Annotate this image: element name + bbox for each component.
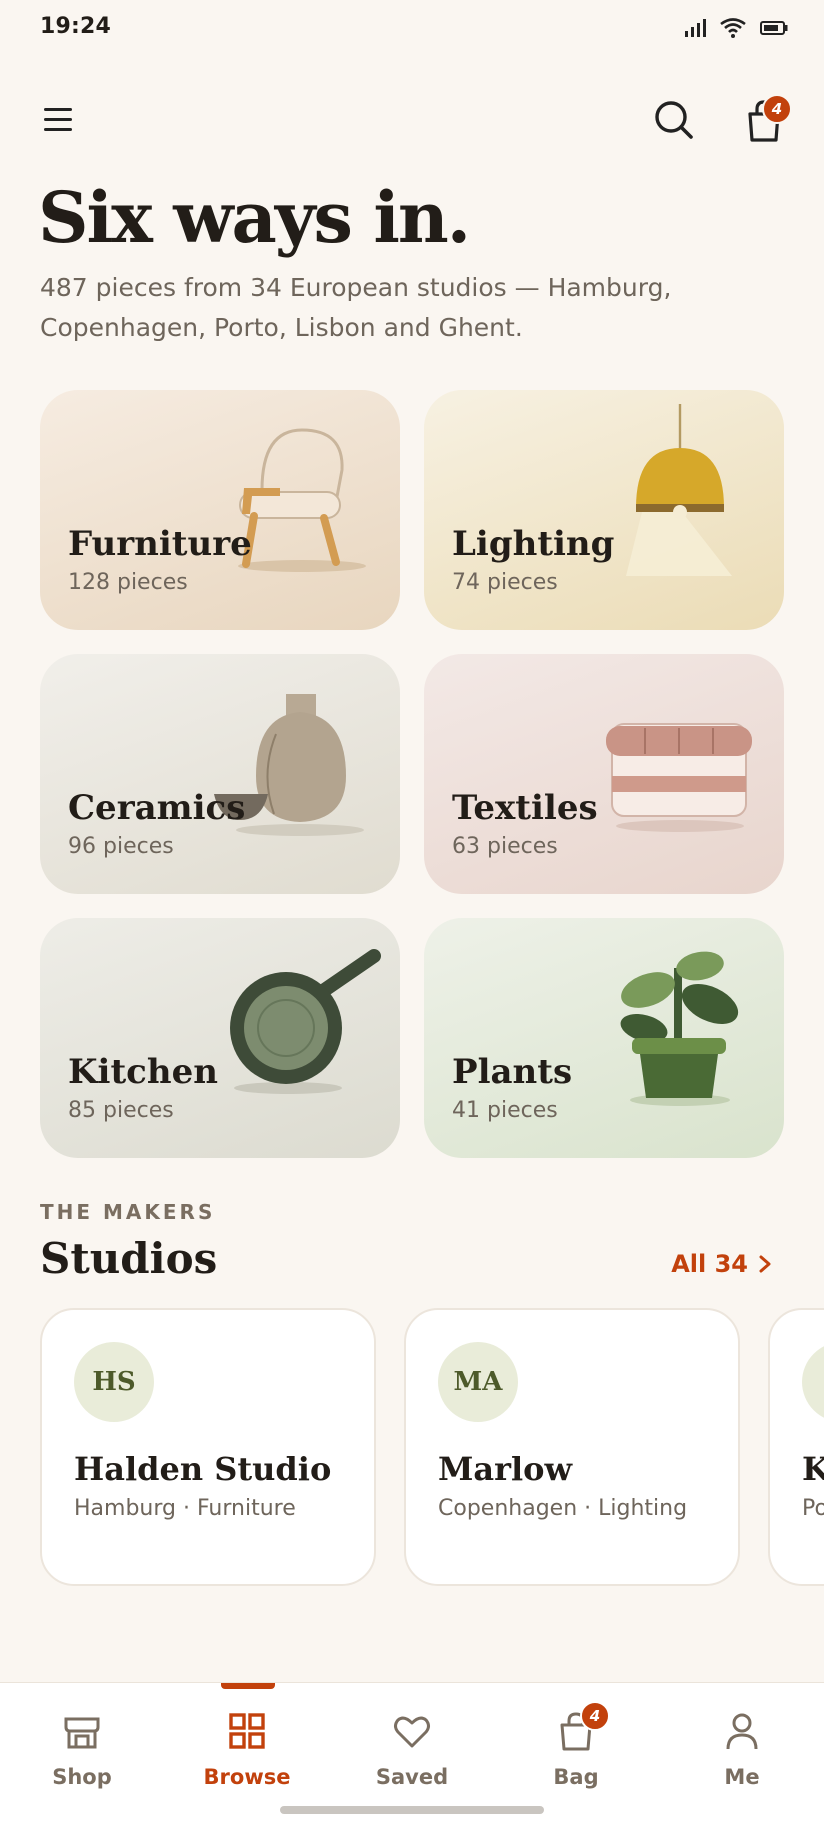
studio-name: Marlow — [438, 1450, 573, 1488]
studio-avatar: MA — [438, 1342, 518, 1422]
home-indicator — [280, 1806, 544, 1814]
status-icons — [684, 18, 788, 38]
category-card-furniture[interactable]: Furniture 128 pieces — [40, 390, 400, 630]
studio-name: K — [802, 1450, 824, 1488]
category-name: Lighting — [452, 524, 615, 564]
wifi-icon — [720, 18, 746, 38]
hamburger-menu-icon — [44, 108, 72, 131]
category-count: 85 pieces — [68, 1098, 174, 1123]
chevron-right-icon — [759, 1255, 771, 1273]
category-count: 41 pieces — [452, 1098, 558, 1123]
status-time: 19:24 — [40, 14, 112, 39]
nav-label: Bag — [553, 1765, 599, 1789]
studio-avatar: HS — [74, 1342, 154, 1422]
category-card-textiles[interactable]: Textiles 63 pieces — [424, 654, 784, 894]
studio-avatar — [802, 1342, 824, 1422]
cart-button[interactable]: 4 — [742, 94, 792, 144]
category-card-kitchen[interactable]: Kitchen 85 pieces — [40, 918, 400, 1158]
person-icon — [726, 1713, 758, 1750]
nav-label: Me — [724, 1765, 760, 1789]
studio-card[interactable]: HS Halden Studio Hamburg · Furniture — [40, 1308, 376, 1586]
category-count: 63 pieces — [452, 834, 558, 859]
grid-icon — [229, 1713, 265, 1749]
nav-label: Browse — [203, 1765, 291, 1789]
category-card-ceramics[interactable]: Ceramics 96 pieces — [40, 654, 400, 894]
nav-label: Saved — [375, 1765, 449, 1789]
signal-icon — [685, 19, 706, 37]
storefront-icon — [64, 1717, 100, 1749]
see-all-label: All 34 — [671, 1250, 748, 1278]
nav-shop[interactable]: Shop — [0, 1683, 164, 1803]
page-subtitle: 487 pieces from 34 European studios — Ha… — [40, 273, 672, 342]
studio-meta: Copenhagen · Lighting — [438, 1496, 688, 1521]
search-icon — [655, 101, 693, 139]
cart-count-badge: 4 — [762, 94, 792, 124]
studio-meta: Hamburg · Furniture — [74, 1496, 296, 1521]
studio-meta: Po — [802, 1496, 824, 1521]
studio-card[interactable]: K Po — [768, 1308, 824, 1586]
studio-name: Halden Studio — [74, 1450, 332, 1488]
category-name: Ceramics — [68, 788, 246, 828]
battery-icon — [760, 21, 788, 35]
nav-browse[interactable]: Browse — [165, 1683, 329, 1803]
top-app-bar: 4 — [0, 88, 824, 152]
bag-count-badge: 4 — [580, 1701, 610, 1731]
category-count: 74 pieces — [452, 570, 558, 595]
studio-card-clip: K Po — [768, 1308, 824, 1586]
section-title: Studios — [40, 1234, 218, 1283]
category-name: Kitchen — [68, 1052, 218, 1092]
nav-bag[interactable]: 4 Bag — [494, 1683, 658, 1803]
heart-icon — [394, 1716, 430, 1748]
category-name: Furniture — [68, 524, 252, 564]
studio-card[interactable]: MA Marlow Copenhagen · Lighting — [404, 1308, 740, 1586]
category-card-plants[interactable]: Plants 41 pieces — [424, 918, 784, 1158]
nav-saved[interactable]: Saved — [330, 1683, 494, 1803]
category-name: Plants — [452, 1052, 573, 1092]
nav-label: Shop — [52, 1765, 112, 1789]
see-all-studios-link[interactable]: All 34 — [671, 1250, 772, 1278]
category-card-lighting[interactable]: Lighting 74 pieces — [424, 390, 784, 630]
status-bar: 19:24 — [0, 0, 824, 56]
menu-button[interactable] — [38, 102, 78, 138]
category-count: 128 pieces — [68, 570, 188, 595]
section-eyebrow: THE MAKERS — [40, 1200, 216, 1224]
category-name: Textiles — [452, 788, 598, 828]
category-count: 96 pieces — [68, 834, 174, 859]
nav-me[interactable]: Me — [660, 1683, 824, 1803]
page-title: Six ways in. — [38, 176, 471, 259]
search-button[interactable] — [652, 98, 696, 142]
